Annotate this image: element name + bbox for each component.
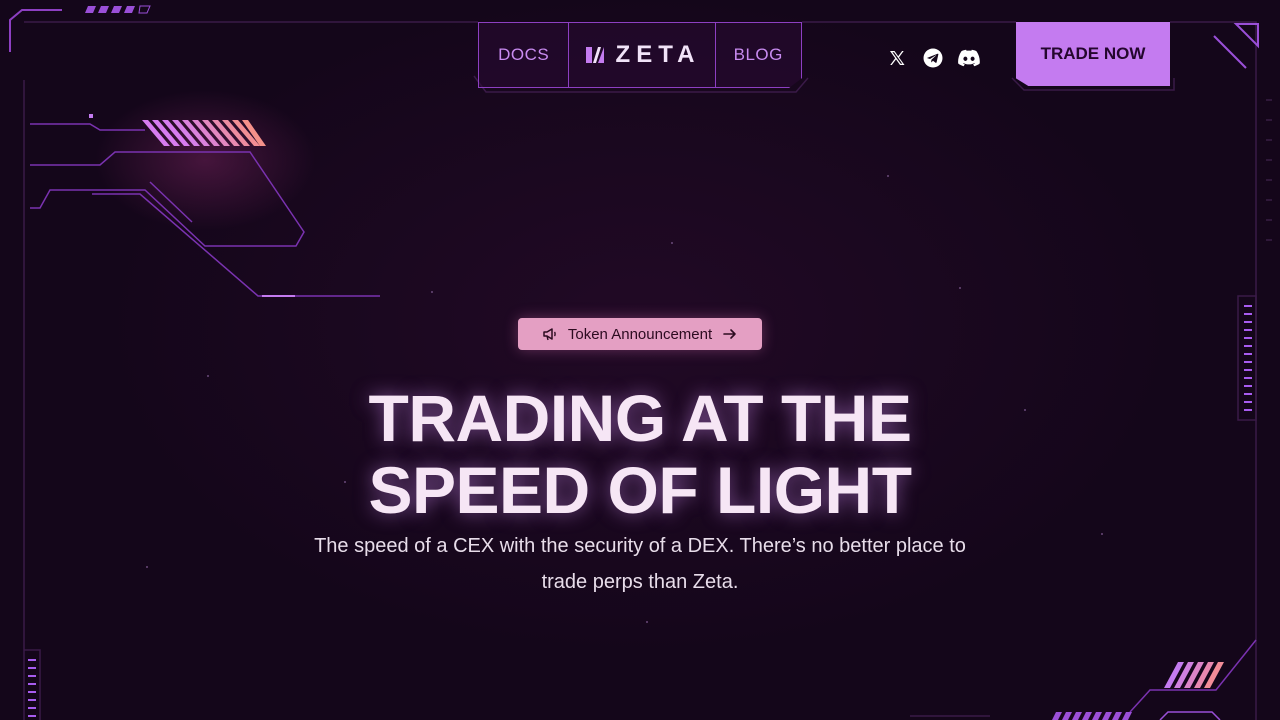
social-links xyxy=(886,47,980,69)
headline-line-2: SPEED OF LIGHT xyxy=(368,453,912,527)
discord-icon[interactable] xyxy=(958,47,980,69)
hero-headline: TRADING AT THE SPEED OF LIGHT xyxy=(240,382,1040,526)
x-icon[interactable] xyxy=(886,47,908,69)
announcement-label: Token Announcement xyxy=(567,325,713,343)
hero-subtitle: The speed of a CEX with the security of … xyxy=(314,535,966,593)
top-nav: DOCS ZETA BLOG xyxy=(478,22,802,88)
telegram-icon[interactable] xyxy=(922,47,944,69)
decorative-frame xyxy=(9,5,1272,720)
docs-link[interactable]: DOCS xyxy=(479,23,570,87)
arrow-right-icon xyxy=(723,329,736,339)
hero-page: DOCS ZETA BLOG TRADE NOW Token Announcem… xyxy=(0,0,1280,720)
blog-link[interactable]: BLOG xyxy=(716,23,801,87)
zeta-logo[interactable]: ZETA xyxy=(569,23,716,87)
logo-text: ZETA xyxy=(615,41,701,68)
zeta-logo-icon xyxy=(585,47,604,63)
megaphone-icon xyxy=(543,328,556,341)
trade-now-button[interactable]: TRADE NOW xyxy=(1016,22,1170,86)
headline-line-1: TRADING AT THE xyxy=(368,381,912,455)
token-announcement-badge[interactable]: Token Announcement xyxy=(518,318,762,350)
